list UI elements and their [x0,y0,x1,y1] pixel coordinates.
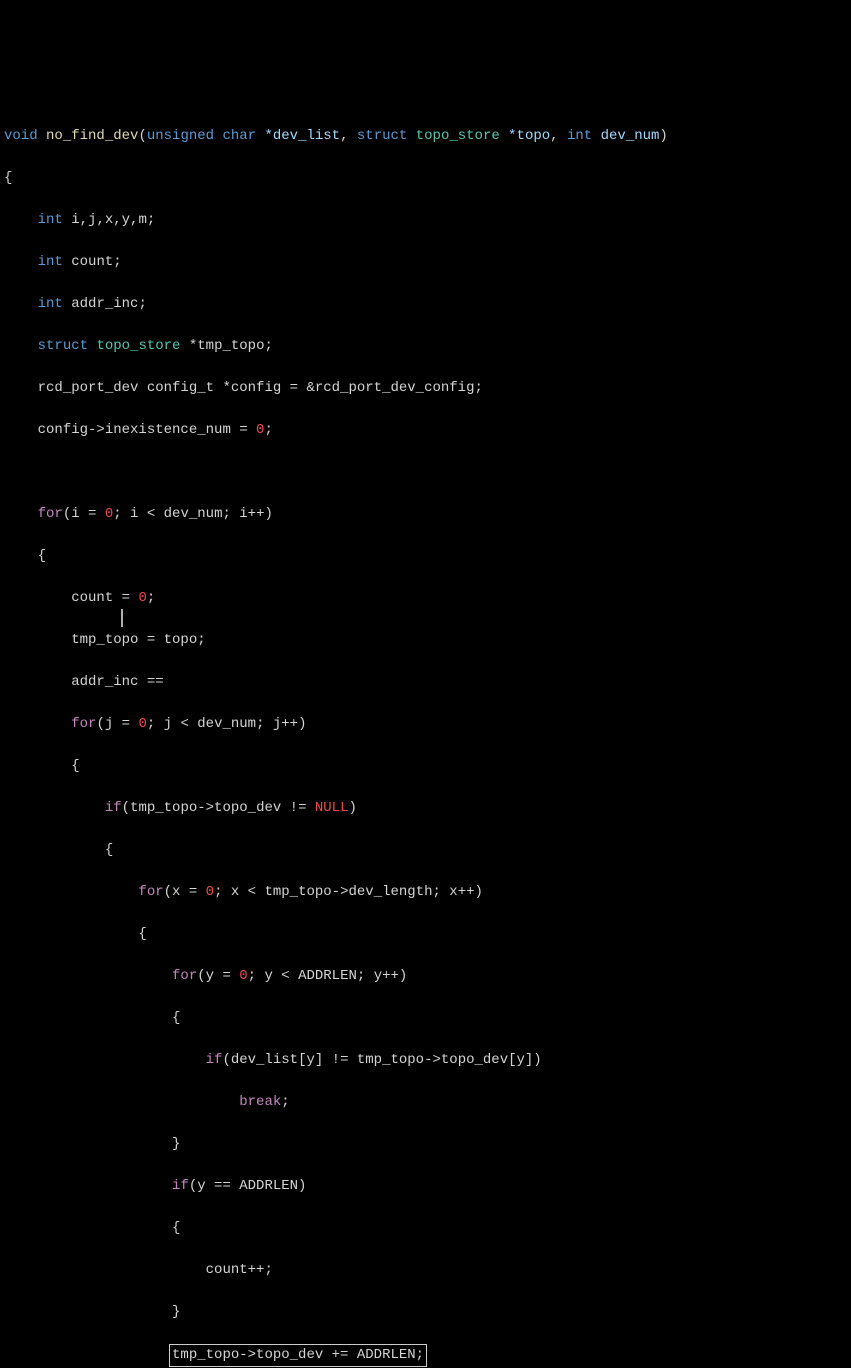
for-init: (i = [63,506,105,522]
selection-box: tmp_topo->topo_dev += ADDRLEN; [169,1344,427,1367]
keyword-for: for [172,968,197,984]
brace: { [71,758,79,774]
code-line: break; [4,1092,847,1113]
param-name: *topo [508,128,550,144]
if-cond: (y == ADDRLEN) [189,1178,307,1194]
keyword-struct: struct [357,128,407,144]
code-line: struct topo_store *tmp_topo; [4,336,847,357]
for-init: (y = [197,968,239,984]
code-line: tmp_topo->topo_dev += ADDRLEN; [4,1344,847,1367]
paren-close: ) [348,800,356,816]
struct-type: topo_store [416,128,500,144]
code-line: { [4,924,847,945]
code-line: for(j = 0; j < dev_num; j++) [4,714,847,735]
code-line: tmp_topo = topo; [4,630,847,651]
statement: count = [71,590,138,606]
if-cond: (tmp_topo->topo_dev != [122,800,315,816]
keyword-int: int [38,212,63,228]
keyword-if: if [172,1178,189,1194]
number-literal: 0 [138,716,146,732]
code-line: { [4,1008,847,1029]
semicolon: ; [264,422,272,438]
var-name: *tmp_topo; [189,338,273,354]
code-line: void no_find_dev(unsigned char *dev_list… [4,126,847,147]
keyword-int: int [38,254,63,270]
code-line: if(dev_list[y] != tmp_topo->topo_dev[y]) [4,1050,847,1071]
statement: count++; [206,1262,273,1278]
number-literal: 0 [239,968,247,984]
statement: tmp_topo->topo_dev += ADDRLEN; [172,1347,424,1363]
semicolon: ; [147,590,155,606]
param-type: int [567,128,592,144]
brace: { [38,548,46,564]
for-init: (x = [164,884,206,900]
code-line: int i,j,x,y,m; [4,210,847,231]
code-line: count++; [4,1260,847,1281]
code-line: { [4,840,847,861]
code-line: } [4,1302,847,1323]
keyword-for: for [38,506,63,522]
param-name: dev_num [601,128,660,144]
statement: rcd_port_dev config_t *config = &rcd_por… [38,380,483,396]
number-literal: 0 [138,590,146,606]
keyword-break: break [239,1094,281,1110]
keyword-struct: struct [38,338,88,354]
number-literal: 0 [206,884,214,900]
keyword-void: void [4,128,38,144]
param-name: *dev_list [264,128,340,144]
code-line: { [4,756,847,777]
code-line: { [4,1218,847,1239]
code-line: rcd_port_dev config_t *config = &rcd_por… [4,378,847,399]
function-name: no_find_dev [46,128,138,144]
code-line: for(y = 0; y < ADDRLEN; y++) [4,966,847,987]
code-line: int count; [4,252,847,273]
var-name: count; [71,254,121,270]
null-literal: NULL [315,800,349,816]
code-line: count = 0; [4,588,847,609]
for-cond: ; y < ADDRLEN; y++) [248,968,408,984]
semicolon: ; [281,1094,289,1110]
var-list: i,j,x,y,m; [71,212,155,228]
statement: addr_inc == [71,674,163,690]
brace: { [105,842,113,858]
code-line: { [4,546,847,567]
brace: } [172,1304,180,1320]
brace: { [172,1010,180,1026]
struct-type: topo_store [96,338,180,354]
keyword-for: for [71,716,96,732]
code-line: if(y == ADDRLEN) [4,1176,847,1197]
brace: } [172,1136,180,1152]
code-line: config->inexistence_num = 0; [4,420,847,441]
statement: tmp_topo = topo; [71,632,205,648]
for-cond: ; x < tmp_topo->dev_length; x++) [214,884,483,900]
code-line: for(i = 0; i < dev_num; i++) [4,504,847,525]
for-init: (j = [96,716,138,732]
param-type: unsigned char [147,128,256,144]
code-line: if(tmp_topo->topo_dev != NULL) [4,798,847,819]
for-cond: ; i < dev_num; i++) [113,506,273,522]
number-literal: 0 [105,506,113,522]
brace: { [172,1220,180,1236]
code-line: addr_inc == [4,672,847,693]
keyword-int: int [38,296,63,312]
keyword-for: for [138,884,163,900]
brace: { [138,926,146,942]
code-editor[interactable]: void no_find_dev(unsigned char *dev_list… [4,84,847,1368]
code-line [4,462,847,483]
text-cursor [121,609,123,627]
statement: config->inexistence_num = [38,422,256,438]
keyword-if: if [206,1052,223,1068]
if-cond: (dev_list[y] != tmp_topo->topo_dev[y]) [222,1052,541,1068]
code-line: for(x = 0; x < tmp_topo->dev_length; x++… [4,882,847,903]
code-line: { [4,168,847,189]
keyword-if: if [105,800,122,816]
for-cond: ; j < dev_num; j++) [147,716,307,732]
code-line: } [4,1134,847,1155]
var-name: addr_inc; [71,296,147,312]
code-line: int addr_inc; [4,294,847,315]
